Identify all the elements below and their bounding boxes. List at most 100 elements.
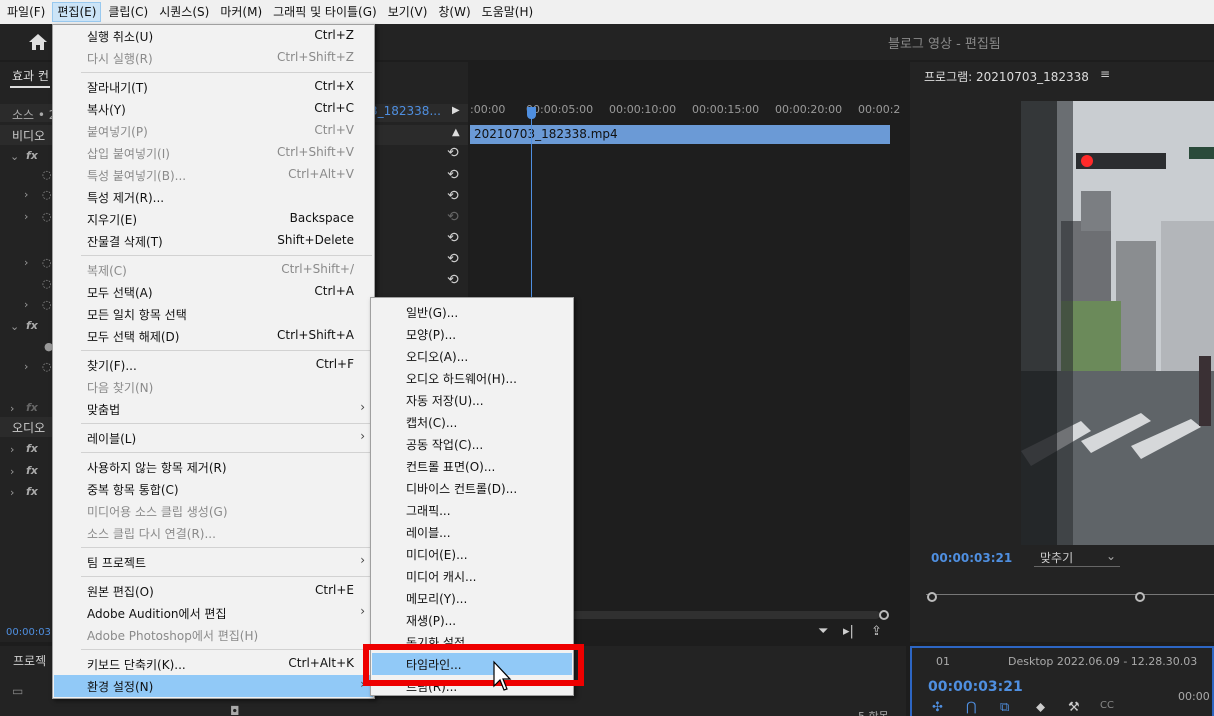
sequence-timecode[interactable]: 00:00:03:21 <box>928 679 1023 695</box>
expand-chevron-icon[interactable]: › <box>10 486 14 499</box>
wrench-icon[interactable]: ⚒ <box>1068 700 1080 715</box>
reset-icon[interactable]: ⟲ <box>447 273 461 287</box>
captions-icon[interactable]: CC <box>1100 700 1114 711</box>
menu-item-edit-in-audition[interactable]: Adobe Audition에서 편집 › <box>54 602 373 624</box>
menu-item-find-next[interactable]: 다음 찾기(N) <box>54 376 373 398</box>
menu-item-label-submenu[interactable]: 레이블(L) › <box>54 427 373 449</box>
magnet-icon[interactable]: ⋂ <box>966 700 977 715</box>
pref-device-control[interactable]: 디바이스 컨트롤(D)... <box>372 477 572 499</box>
menu-item-paste-attributes[interactable]: 특성 붙여넣기(B)... Ctrl+Alt+V <box>54 164 373 186</box>
menu-file[interactable]: 파일(F) <box>3 2 49 22</box>
menu-item-edit-original[interactable]: 원본 편집(O) Ctrl+E <box>54 580 373 602</box>
marker-icon[interactable]: ⬥ <box>1036 700 1045 715</box>
pref-control-surface[interactable]: 컨트롤 표면(O)... <box>372 455 572 477</box>
stopwatch-icon[interactable]: ◌ <box>42 256 52 269</box>
linked-selection-icon[interactable]: ⧉ <box>1000 700 1009 715</box>
menu-item-paste-insert[interactable]: 삽입 붙여넣기(I) Ctrl+Shift+V <box>54 142 373 164</box>
menu-item-relink-source-clips[interactable]: 소스 클립 다시 연결(R)... <box>54 522 373 544</box>
menu-item-clear[interactable]: 지우기(E) Backspace <box>54 208 373 230</box>
menu-item-redo[interactable]: 다시 실행(R) Ctrl+Shift+Z <box>54 47 373 69</box>
expand-chevron-icon[interactable]: ⌄ <box>10 320 19 333</box>
source-label[interactable]: 소스 • 2 <box>12 106 56 123</box>
pref-labels[interactable]: 레이블... <box>372 521 572 543</box>
menu-item-team-projects[interactable]: 팀 프로젝트 › <box>54 551 373 573</box>
menu-item-remove-unused[interactable]: 사용하지 않는 항목 제거(R) <box>54 456 373 478</box>
expand-chevron-icon[interactable]: › <box>10 465 14 478</box>
scroll-knob[interactable] <box>879 610 889 620</box>
pref-auto-save[interactable]: 자동 저장(U)... <box>372 389 572 411</box>
pref-media[interactable]: 미디어(E)... <box>372 543 572 565</box>
menu-item-keyboard-shortcuts[interactable]: 키보드 단축키(K)... Ctrl+Alt+K <box>54 653 373 675</box>
menu-item-copy[interactable]: 복사(Y) Ctrl+C <box>54 98 373 120</box>
menu-window[interactable]: 창(W) <box>434 2 474 22</box>
reset-icon[interactable]: ⟲ <box>447 231 461 245</box>
stopwatch-icon[interactable]: ◌ <box>42 298 52 311</box>
pref-audio-hardware[interactable]: 오디오 하드웨어(H)... <box>372 367 572 389</box>
program-ruler[interactable] <box>926 583 1214 595</box>
home-icon[interactable] <box>28 33 48 51</box>
play-range-icon[interactable]: ▸| <box>843 624 854 639</box>
export-icon[interactable]: ⇪ <box>871 624 882 639</box>
menu-item-remove-attributes[interactable]: 특성 제거(R)... <box>54 186 373 208</box>
pref-appearance[interactable]: 모양(P)... <box>372 323 572 345</box>
pref-capture[interactable]: 캡처(C)... <box>372 411 572 433</box>
expand-chevron-icon[interactable]: › <box>10 402 14 415</box>
menu-item-paste[interactable]: 붙여넣기(P) Ctrl+V <box>54 120 373 142</box>
menu-item-spelling[interactable]: 맞춤법 › <box>54 398 373 420</box>
program-timecode[interactable]: 00:00:03:21 <box>931 551 1012 565</box>
stopwatch-icon[interactable]: ◌ <box>42 277 52 290</box>
pref-collaboration[interactable]: 공동 작업(C)... <box>372 433 572 455</box>
reset-icon[interactable]: ⟲ <box>447 189 461 203</box>
pref-general[interactable]: 일반(G)... <box>372 301 572 323</box>
snap-icon[interactable]: ✣ <box>932 700 943 715</box>
reset-icon[interactable]: ⟲ <box>447 252 461 266</box>
menu-help[interactable]: 도움말(H) <box>478 2 538 22</box>
stopwatch-icon[interactable]: ◌ <box>42 168 52 181</box>
in-point-knob[interactable] <box>927 592 937 602</box>
pref-playback[interactable]: 재생(P)... <box>372 609 572 631</box>
pref-audio[interactable]: 오디오(A)... <box>372 345 572 367</box>
expand-chevron-icon[interactable]: › <box>24 256 28 269</box>
program-monitor-title[interactable]: 프로그램: 20210703_182338 <box>924 68 1089 85</box>
menu-item-deselect-all[interactable]: 모두 선택 해제(D) Ctrl+Shift+A <box>54 325 373 347</box>
folder-icon[interactable]: ▭ <box>12 684 23 698</box>
camera-icon[interactable]: ◘ <box>230 704 240 716</box>
menu-item-consolidate-duplicates[interactable]: 중복 항목 통합(C) <box>54 478 373 500</box>
menu-marker[interactable]: 마커(M) <box>216 2 266 22</box>
menu-graphics[interactable]: 그래픽 및 타이틀(G) <box>269 2 381 22</box>
menu-item-generate-source-clips[interactable]: 미디어용 소스 클립 생성(G) <box>54 500 373 522</box>
menu-item-preferences[interactable]: 환경 설정(N) › <box>54 675 373 697</box>
expand-chevron-icon[interactable]: › <box>24 298 28 311</box>
pref-memory[interactable]: 메모리(Y)... <box>372 587 572 609</box>
panel-menu-icon[interactable]: ≡ <box>1100 67 1110 81</box>
menu-item-cut[interactable]: 잘라내기(T) Ctrl+X <box>54 76 373 98</box>
clip-bar[interactable]: 20210703_182338.mp4 <box>470 125 890 144</box>
expand-chevron-icon[interactable]: ⌄ <box>10 150 19 163</box>
filter-icon[interactable]: ⏷ <box>818 624 828 639</box>
menu-item-find[interactable]: 찾기(F)... Ctrl+F <box>54 354 373 376</box>
pref-media-cache[interactable]: 미디어 캐시... <box>372 565 572 587</box>
play-arrow-icon[interactable]: ▶ <box>452 105 460 116</box>
menu-clip[interactable]: 클립(C) <box>104 2 152 22</box>
clip-tab[interactable]: 3_182338... <box>370 104 441 118</box>
expand-chevron-icon[interactable]: › <box>10 443 14 456</box>
stopwatch-icon[interactable]: ◌ <box>42 360 52 373</box>
menu-item-duplicate[interactable]: 복제(C) Ctrl+Shift+/ <box>54 259 373 281</box>
fit-select[interactable]: 맞추기 ⌄ <box>1034 549 1120 567</box>
sequence-name[interactable]: Desktop 2022.06.09 - 12.28.30.03 <box>1008 655 1197 668</box>
project-tab[interactable]: 프로젝 <box>13 652 46 669</box>
menu-sequence[interactable]: 시퀀스(S) <box>155 2 213 22</box>
pref-graphics[interactable]: 그래픽... <box>372 499 572 521</box>
stopwatch-icon[interactable]: ◌ <box>42 188 52 201</box>
effects-timecode[interactable]: 00:00:03: <box>6 627 54 638</box>
reset-icon[interactable]: ⟲ <box>447 146 461 160</box>
playhead-knob[interactable] <box>1135 592 1145 602</box>
effect-controls-tab[interactable]: 효과 컨 <box>12 67 49 84</box>
menu-item-undo[interactable]: 실행 취소(U) Ctrl+Z <box>54 25 373 47</box>
menu-item-select-all-matching[interactable]: 모든 일치 항목 선택 <box>54 303 373 325</box>
menu-item-select-all[interactable]: 모두 선택(A) Ctrl+A <box>54 281 373 303</box>
expand-chevron-icon[interactable]: › <box>24 210 28 223</box>
menu-item-ripple-delete[interactable]: 잔물결 삭제(T) Shift+Delete <box>54 230 373 252</box>
menu-view[interactable]: 보기(V) <box>384 2 432 22</box>
reset-icon[interactable]: ⟲ <box>447 168 461 182</box>
